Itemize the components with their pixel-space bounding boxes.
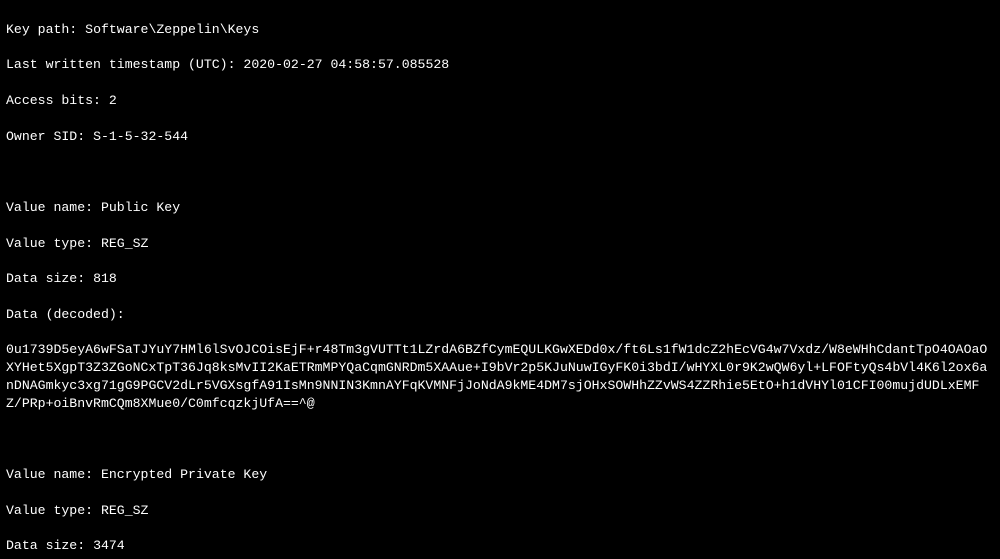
value-type-label: Value type: [6, 236, 93, 251]
value-type-label: Value type: [6, 503, 93, 518]
key-path-value: Software\Zeppelin\Keys [85, 22, 259, 37]
owner-sid-line: Owner SID: S-1-5-32-544 [6, 128, 994, 146]
owner-sid-value: S-1-5-32-544 [93, 129, 188, 144]
data-size-label: Data size: [6, 271, 85, 286]
data-decoded-label: Data (decoded): [6, 307, 125, 322]
last-written-value: 2020-02-27 04:58:57.085528 [243, 57, 449, 72]
value-name-label: Value name: [6, 467, 93, 482]
last-written-line: Last written timestamp (UTC): 2020-02-27… [6, 56, 994, 74]
value-type-line: Value type: REG_SZ [6, 235, 994, 253]
owner-sid-label: Owner SID: [6, 129, 85, 144]
value-name-line: Value name: Encrypted Private Key [6, 466, 994, 484]
value-type-value: REG_SZ [101, 236, 148, 251]
data-size-value: 3474 [93, 538, 125, 553]
data-size-label: Data size: [6, 538, 85, 553]
blank-line [6, 163, 994, 181]
data-size-value: 818 [93, 271, 117, 286]
data-size-line: Data size: 3474 [6, 537, 994, 555]
key-path-label: Key path: [6, 22, 77, 37]
data-decoded-label-line: Data (decoded): [6, 306, 994, 324]
value-type-value: REG_SZ [101, 503, 148, 518]
value-name-value: Encrypted Private Key [101, 467, 267, 482]
terminal-output: Key path: Software\Zeppelin\Keys Last wr… [0, 0, 1000, 559]
value-type-line: Value type: REG_SZ [6, 502, 994, 520]
access-bits-line: Access bits: 2 [6, 92, 994, 110]
last-written-label: Last written timestamp (UTC): [6, 57, 236, 72]
value-name-label: Value name: [6, 200, 93, 215]
access-bits-value: 2 [109, 93, 117, 108]
data-size-line: Data size: 818 [6, 270, 994, 288]
blank-line [6, 431, 994, 449]
key-path-line: Key path: Software\Zeppelin\Keys [6, 21, 994, 39]
value-name-line: Value name: Public Key [6, 199, 994, 217]
access-bits-label: Access bits: [6, 93, 101, 108]
data-decoded-value: 0u1739D5eyA6wFSaTJYuY7HMl6lSvOJCOisEjF+r… [6, 341, 994, 412]
value-name-value: Public Key [101, 200, 180, 215]
